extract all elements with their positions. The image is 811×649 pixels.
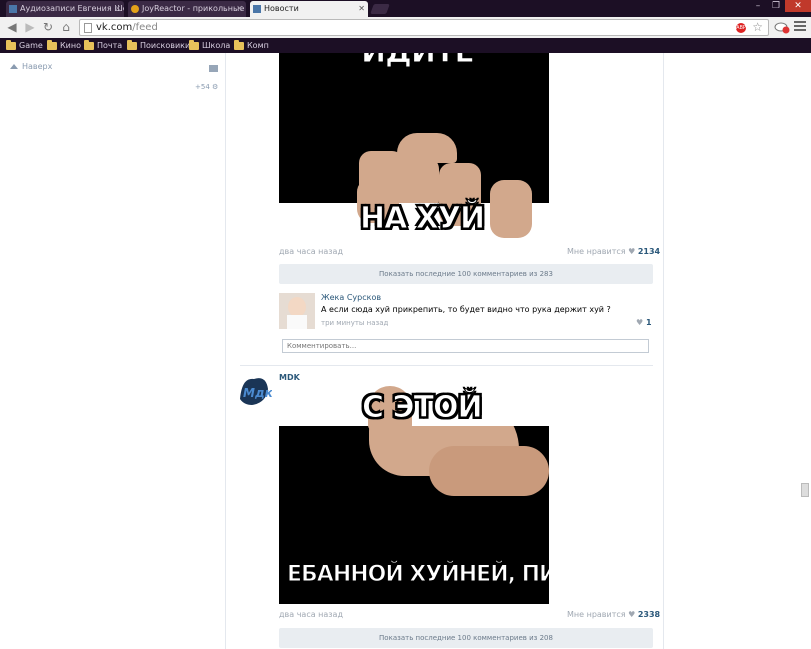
meme-bottom-caption: НА ХУЙ (359, 201, 485, 237)
avatar-image-icon (279, 293, 315, 329)
minimize-button[interactable]: – (749, 0, 767, 12)
tab-title: Новости (264, 4, 299, 13)
post-time[interactable]: два часа назад (279, 247, 343, 256)
url-path: /feed (132, 22, 158, 33)
browser-chrome: Аудиозаписи Евгения Ше ✕ JoyReactor - пр… (0, 0, 811, 53)
bookmark-poiskoviki[interactable]: Поисковики (127, 39, 190, 52)
browser-toolbar: ◀ ▶ ↻ ⌂ vk.com/feed ABP ☆ (0, 17, 811, 38)
comment-time[interactable]: три минуты назад (321, 319, 388, 327)
folder-icon (6, 39, 16, 50)
message-icon[interactable] (209, 65, 218, 72)
comment-text: А если сюда хуй прикрепить, то будет вид… (321, 305, 611, 314)
meme-bottom-caption: ЕБАННОЙ ХУЙНЕЙ, ПИДОРЫ (287, 562, 549, 588)
avatar[interactable] (279, 293, 315, 329)
post-time[interactable]: два часа назад (279, 610, 343, 619)
tab-news[interactable]: Новости ✕ (250, 1, 368, 17)
comment-like-button[interactable]: ♥ 1 (636, 318, 652, 327)
comment-like-count: 1 (645, 318, 652, 327)
like-count: 2134 (637, 247, 661, 256)
bookmark-game[interactable]: Game (6, 39, 43, 52)
like-label: Мне нравится (567, 247, 626, 256)
post-author-link[interactable]: MDK (279, 373, 300, 382)
folder-icon (47, 39, 57, 50)
bookmark-label: Game (19, 41, 43, 50)
content-divider (663, 53, 664, 649)
like-button[interactable]: Мне нравится ♥ 2338 (567, 610, 660, 619)
post-image[interactable]: ЕБАННОЙ ХУЙНЕЙ, ПИДОРЫ (279, 426, 549, 604)
folder-icon (127, 39, 137, 50)
bookmark-label: Кино (60, 41, 82, 50)
back-arrow-icon[interactable]: ◀ (4, 19, 20, 35)
tab-strip: Аудиозаписи Евгения Ше ✕ JoyReactor - пр… (0, 0, 811, 17)
sidebar-divider (225, 53, 226, 649)
bookmark-label: Школа (202, 41, 231, 50)
comment-author-link[interactable]: Жека Сурсков (321, 293, 381, 302)
scroll-up-label: Наверх (22, 62, 53, 71)
post-divider (240, 365, 653, 366)
url-host: vk.com (96, 22, 133, 33)
vk-audio-favicon-icon (9, 5, 17, 13)
tab-close-icon[interactable]: ✕ (358, 1, 365, 16)
tab-title: Аудиозаписи Евгения Ше (20, 4, 124, 13)
tab-close-icon[interactable]: ✕ (236, 1, 243, 16)
home-icon[interactable]: ⌂ (58, 19, 74, 35)
tab-title: JoyReactor - прикольные (142, 4, 245, 13)
counter-value: +54 (195, 83, 210, 91)
bookmark-kino[interactable]: Кино (47, 39, 81, 52)
menu-icon[interactable] (794, 21, 806, 33)
tab-audio[interactable]: Аудиозаписи Евгения Ше ✕ (6, 1, 124, 17)
like-count: 2338 (637, 610, 661, 619)
scrollbar-thumb[interactable] (801, 483, 809, 497)
bookmark-label: Поисковики (140, 41, 191, 50)
group-avatar[interactable]: Мдк (236, 371, 272, 409)
meme-top-caption: ИДИТЕ (361, 53, 476, 71)
joyreactor-favicon-icon (131, 5, 139, 13)
up-arrow-icon (10, 64, 18, 69)
like-button[interactable]: Мне нравится ♥ 2134 (567, 247, 660, 256)
folder-icon (84, 39, 94, 50)
vk-favicon-icon (253, 5, 261, 13)
finger-shape (401, 157, 439, 203)
bookmark-label: Почта (97, 41, 123, 50)
folder-icon (234, 39, 244, 50)
meme-top-caption: С ЭТОЙ (362, 390, 484, 426)
page-icon (84, 23, 92, 33)
comment-input[interactable] (282, 339, 649, 353)
reload-icon[interactable]: ↻ (40, 19, 56, 35)
show-comments-button[interactable]: Показать последние 100 комментариев из 2… (279, 264, 653, 284)
finger-overflow-shape (490, 180, 532, 238)
svg-text:Мдк: Мдк (243, 386, 272, 400)
notification-counter[interactable]: +54 ⚙ (195, 83, 218, 91)
url-text: vk.com/feed (96, 21, 158, 35)
bookmarks-bar: Game Кино Почта Поисковики Школа Комп (0, 38, 811, 53)
weather-extension-icon[interactable] (774, 20, 790, 34)
tab-joyreactor[interactable]: JoyReactor - прикольные ✕ (128, 1, 246, 17)
vk-feed-page: Наверх +54 ⚙ ИДИТЕ НА ХУЙ два часа назад… (0, 53, 811, 649)
knuckle-shape (397, 133, 457, 163)
bookmark-komp[interactable]: Комп (234, 39, 269, 52)
bookmark-shkola[interactable]: Школа (189, 39, 230, 52)
heart-icon: ♥ (628, 247, 636, 256)
tab-close-icon[interactable]: ✕ (114, 1, 121, 16)
forward-arrow-icon[interactable]: ▶ (22, 19, 38, 35)
heart-icon: ♥ (636, 318, 644, 327)
folder-icon (189, 39, 199, 50)
heart-icon: ♥ (628, 610, 636, 619)
close-window-button[interactable]: ✕ (785, 0, 811, 12)
bookmark-star-icon[interactable]: ☆ (752, 20, 763, 35)
bookmark-label: Комп (247, 41, 269, 50)
window-controls: – ❐ ✕ (749, 0, 811, 14)
address-bar[interactable]: vk.com/feed ABP ☆ (79, 19, 769, 36)
hand-shape (429, 446, 549, 496)
show-comments-button[interactable]: Показать последние 100 комментариев из 2… (279, 628, 653, 648)
adblock-icon[interactable]: ABP (736, 23, 746, 33)
bookmark-pochta[interactable]: Почта (84, 39, 122, 52)
scrollbar[interactable] (799, 53, 811, 649)
new-tab-button[interactable] (370, 4, 390, 14)
maximize-button[interactable]: ❐ (767, 0, 785, 12)
like-label: Мне нравится (567, 610, 626, 619)
scroll-up-link[interactable]: Наверх (10, 62, 52, 71)
